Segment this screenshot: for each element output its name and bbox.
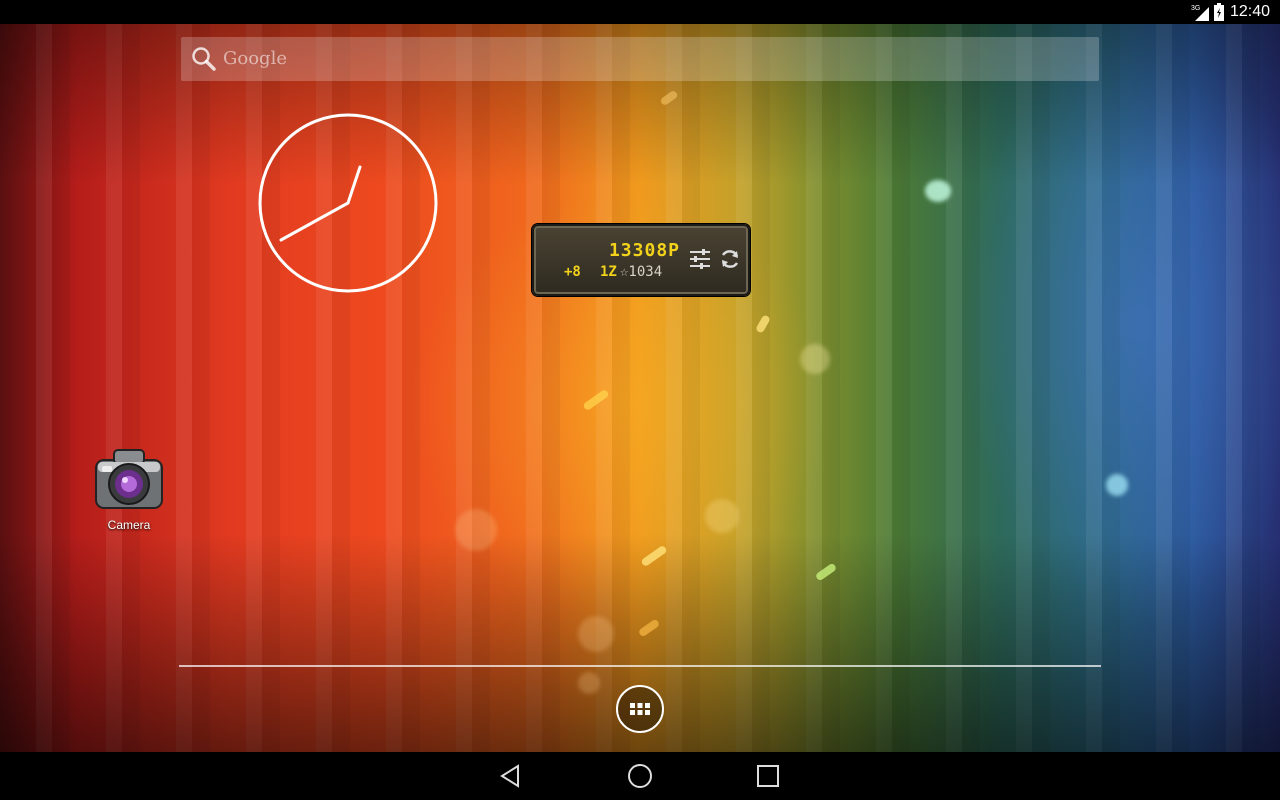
recent-apps-icon[interactable] bbox=[754, 762, 782, 790]
game-gain: +8 bbox=[564, 264, 581, 280]
wallpaper-shade bbox=[0, 24, 1280, 752]
bokeh-light bbox=[1106, 474, 1128, 496]
game-points: 13308P bbox=[608, 240, 680, 261]
network-type-label: 3G bbox=[1191, 5, 1200, 12]
status-time: 12:40 bbox=[1230, 3, 1271, 20]
back-icon[interactable] bbox=[498, 762, 526, 790]
wallpaper bbox=[0, 24, 1280, 752]
camera-icon bbox=[95, 449, 163, 509]
bokeh-light bbox=[455, 509, 497, 551]
bokeh-light bbox=[578, 616, 614, 652]
bokeh-light bbox=[925, 180, 951, 202]
settings-sliders-icon[interactable] bbox=[690, 248, 710, 270]
search-label: Google bbox=[223, 48, 287, 69]
all-apps-grid-icon bbox=[630, 703, 650, 715]
status-bar: 3G 12:40 bbox=[0, 0, 1280, 24]
bokeh-light bbox=[705, 499, 739, 533]
bokeh-light bbox=[800, 344, 830, 374]
battery-icon bbox=[1214, 3, 1224, 21]
game-stats-widget[interactable]: 13308P +8 1Z ☆1034 bbox=[532, 224, 750, 296]
camera-app-shortcut[interactable]: Camera bbox=[86, 446, 172, 536]
all-apps-button[interactable] bbox=[616, 685, 664, 733]
clock-minute-hand bbox=[279, 201, 350, 242]
home-icon[interactable] bbox=[626, 762, 654, 790]
game-stars: ☆1034 bbox=[620, 264, 663, 280]
google-search-bar[interactable]: Google bbox=[181, 37, 1099, 81]
dock-divider bbox=[179, 665, 1101, 667]
game-level: 1Z bbox=[600, 264, 617, 280]
clock-hour-hand bbox=[346, 165, 362, 205]
bokeh-light bbox=[578, 672, 600, 694]
signal-icon: 3G bbox=[1191, 5, 1209, 21]
analog-clock-widget[interactable] bbox=[257, 112, 439, 294]
navigation-bar bbox=[0, 752, 1280, 800]
refresh-icon[interactable] bbox=[719, 248, 741, 270]
search-icon bbox=[192, 47, 216, 71]
camera-label: Camera bbox=[107, 518, 151, 532]
